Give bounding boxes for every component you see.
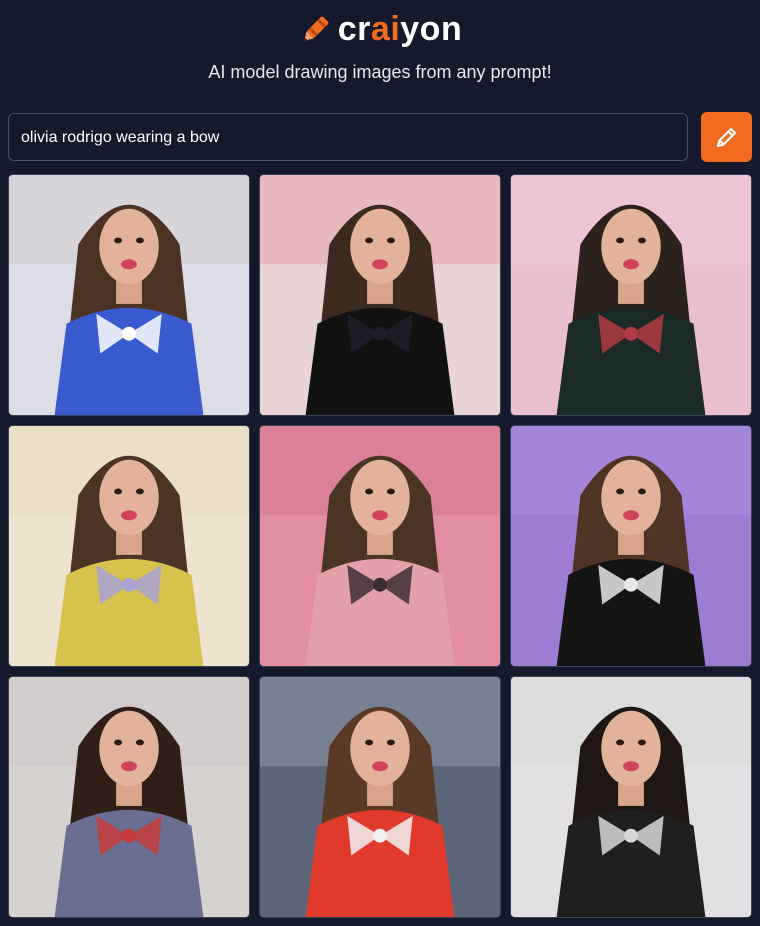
- craiyon-page: craiyon AI model drawing images from any…: [0, 0, 760, 926]
- generated-image[interactable]: [259, 676, 501, 918]
- generated-image-art: [511, 677, 751, 917]
- generated-image[interactable]: [510, 676, 752, 918]
- generated-image-art: [9, 677, 249, 917]
- tagline: AI model drawing images from any prompt!: [208, 62, 552, 82]
- generated-image[interactable]: [510, 425, 752, 667]
- generated-image-art: [511, 175, 751, 415]
- brand-name-prefix: cr: [337, 10, 371, 48]
- generated-image-art: [260, 175, 500, 415]
- crayon-pencil-icon: [304, 16, 329, 41]
- generated-image[interactable]: [8, 174, 250, 416]
- generated-image-art: [9, 426, 249, 666]
- pencil-icon: [716, 127, 736, 148]
- generated-image[interactable]: [510, 174, 752, 416]
- draw-button[interactable]: [701, 112, 752, 162]
- brand-name-accent: ai: [370, 10, 401, 48]
- generated-image[interactable]: [259, 174, 501, 416]
- generated-image-art: [260, 677, 500, 917]
- generated-image[interactable]: [259, 425, 501, 667]
- generated-image[interactable]: [8, 676, 250, 918]
- results-grid: [8, 174, 752, 918]
- prompt-input[interactable]: olivia rodrigo wearing a bow: [8, 113, 688, 161]
- brand-name: craiyon: [338, 10, 462, 49]
- generated-image-art: [9, 175, 249, 415]
- brand-name-suffix: yon: [400, 10, 463, 48]
- generated-image[interactable]: [8, 425, 250, 667]
- generated-image-art: [511, 426, 751, 666]
- logo[interactable]: craiyon: [0, 10, 760, 49]
- generated-image-art: [260, 426, 500, 666]
